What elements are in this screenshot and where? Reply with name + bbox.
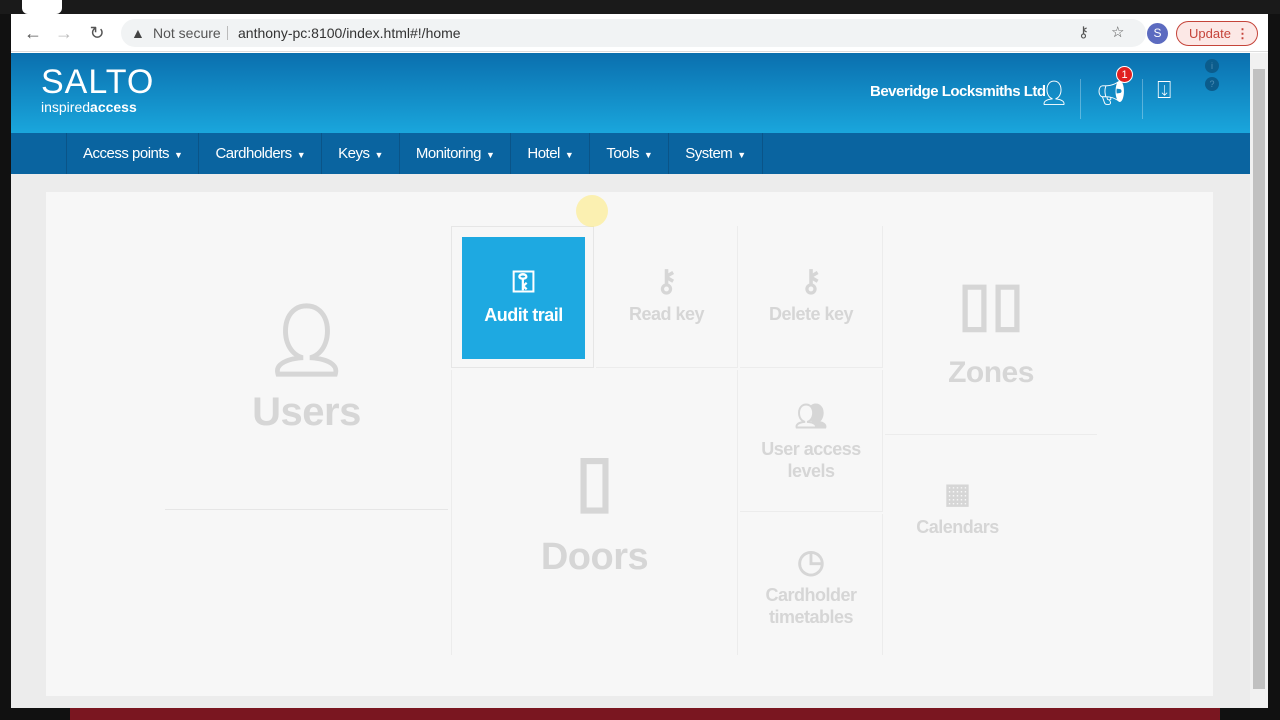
tile-cardholder-timetables[interactable]: ◷ Cardholder timetables xyxy=(740,514,883,655)
main-nav: Access points ▼ Cardholders ▼ Keys ▼ Monito… xyxy=(11,133,1250,174)
reload-icon[interactable]: ↻ xyxy=(86,23,108,43)
tile-audit-trail[interactable]: ⚿ Audit trail xyxy=(451,226,594,368)
nav-monitoring[interactable]: Monitoring ▼ xyxy=(398,133,510,174)
clock-icon: ◷ xyxy=(797,543,825,579)
tile-label: Doors xyxy=(540,536,649,578)
user-icon: 👤︎ xyxy=(262,301,351,379)
divider xyxy=(227,26,228,40)
info-icon[interactable]: i xyxy=(1205,59,1219,73)
chevron-down-icon: ▼ xyxy=(374,150,383,160)
tile-read-key[interactable]: ⚷ Read key xyxy=(596,226,738,368)
chevron-down-icon: ▼ xyxy=(296,150,306,160)
chevron-down-icon: ▼ xyxy=(564,150,574,160)
nav-label: Hotel xyxy=(527,145,560,162)
star-icon[interactable]: ☆ xyxy=(1111,19,1124,47)
scrollbar-thumb[interactable] xyxy=(1253,69,1265,689)
warning-icon: ▲ xyxy=(131,25,145,41)
nav-tools[interactable]: Tools ▼ xyxy=(589,133,668,174)
tile-label: Calendars xyxy=(916,517,999,537)
calendar-icon: ▦ xyxy=(944,478,971,509)
nav-label: Monitoring xyxy=(415,145,482,162)
divider xyxy=(1080,79,1081,119)
logo-text: SALTO xyxy=(41,63,155,101)
profile-avatar[interactable]: S xyxy=(1147,23,1168,44)
tile-zones[interactable]: ▯▯ Zones xyxy=(885,226,1097,435)
tile-label: Zones xyxy=(948,356,1034,389)
delete-key-icon: ⚷ xyxy=(800,265,822,298)
home-panel: 👤︎ Users ⚿ Audit trail ⚷ Read key ⚷ Dele… xyxy=(46,192,1213,696)
tile-label: Read key xyxy=(628,304,705,324)
doors-icon: ▯▯ xyxy=(957,270,1025,337)
tile-label: Delete key xyxy=(768,304,854,324)
security-label[interactable]: Not secure xyxy=(153,19,221,47)
address-bar[interactable]: ▲ Not secure anthony-pc:8100/index.html#… xyxy=(121,19,1146,47)
taskbar-strip xyxy=(70,708,1220,720)
tile-label: Audit trail xyxy=(484,305,563,325)
tab-strip xyxy=(0,0,1280,14)
browser-toolbar: ← → ↻ ▲ Not secure anthony-pc:8100/index… xyxy=(11,14,1268,52)
tile-doors[interactable]: ▯ Doors xyxy=(451,370,738,655)
chevron-down-icon: ▼ xyxy=(643,150,653,160)
key-icon[interactable]: ⚷ xyxy=(1078,19,1089,47)
update-label: Update xyxy=(1189,26,1231,41)
tile-label: Users xyxy=(252,390,361,434)
chevron-down-icon: ▼ xyxy=(485,150,495,160)
nav-label: System xyxy=(685,145,733,162)
nav-label: Access points xyxy=(83,145,170,162)
key-icon: ⚷ xyxy=(655,265,678,298)
tile-calendars[interactable]: ▦ Calendars xyxy=(885,437,1030,577)
notification-badge: 1 xyxy=(1116,66,1133,83)
help-icon[interactable]: ? xyxy=(1205,77,1219,91)
divider xyxy=(1142,79,1143,119)
door-icon: ▯ xyxy=(575,441,614,519)
chevron-down-icon: ▼ xyxy=(737,150,746,160)
tile-label: User access levels xyxy=(761,439,861,481)
nav-system[interactable]: System ▼ xyxy=(668,133,763,174)
company-name: Beveridge Locksmiths Ltd xyxy=(870,83,1046,100)
cursor-highlight xyxy=(576,195,608,227)
update-button[interactable]: Update ⋮ xyxy=(1176,21,1258,46)
door-handle-list-icon: ⚿ xyxy=(512,266,535,299)
nav-hotel[interactable]: Hotel ▼ xyxy=(510,133,589,174)
download-icon[interactable]: ⍗ xyxy=(1157,77,1171,105)
menu-icon: ⋮ xyxy=(1236,26,1249,41)
nav-label: Keys xyxy=(338,145,370,162)
users-icon: 👥︎ xyxy=(794,401,828,431)
nav-access-points[interactable]: Access points ▼ xyxy=(66,133,198,174)
app-header: SALTO inspiredaccess Beveridge Locksmith… xyxy=(11,53,1250,133)
tile-delete-key[interactable]: ⚷ Delete key xyxy=(740,226,883,368)
megaphone-icon[interactable]: 📢︎ xyxy=(1096,79,1126,108)
home-content: 👤︎ Users ⚿ Audit trail ⚷ Read key ⚷ Dele… xyxy=(11,174,1250,708)
tile-user-access-levels[interactable]: 👥︎ User access levels xyxy=(740,370,883,512)
nav-keys[interactable]: Keys ▼ xyxy=(321,133,399,174)
chevron-down-icon: ▼ xyxy=(174,150,183,160)
browser-window: ← → ↻ ▲ Not secure anthony-pc:8100/index… xyxy=(11,14,1268,708)
browser-tab[interactable] xyxy=(22,0,62,14)
back-icon[interactable]: ← xyxy=(22,23,44,43)
logo-sub: inspired xyxy=(41,99,91,115)
url-text[interactable]: anthony-pc:8100/index.html#!/home xyxy=(238,19,461,47)
tile-users[interactable]: 👤︎ Users xyxy=(165,225,448,510)
nav-label: Cardholders xyxy=(215,145,292,162)
nav-cardholders[interactable]: Cardholders ▼ xyxy=(198,133,321,174)
salto-logo[interactable]: SALTO inspiredaccess xyxy=(41,65,154,115)
scrollbar[interactable] xyxy=(1250,53,1268,708)
forward-icon[interactable]: → xyxy=(53,23,75,43)
nav-label: Tools xyxy=(606,145,639,162)
tile-label: Cardholder timetables xyxy=(765,585,857,627)
logo-sub-bold: access xyxy=(90,99,137,115)
user-profile-icon[interactable]: 👤︎ xyxy=(1039,79,1069,108)
